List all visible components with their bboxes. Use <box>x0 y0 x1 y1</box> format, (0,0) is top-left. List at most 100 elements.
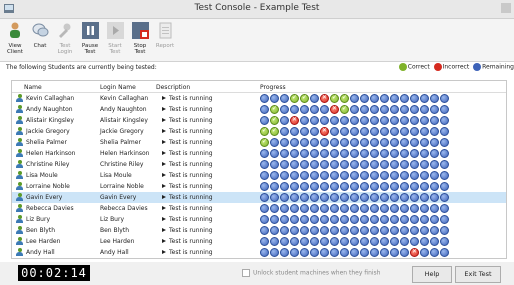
remaining-question-icon <box>400 193 409 202</box>
remaining-question-icon <box>400 116 409 125</box>
start-test-button[interactable]: Start Test <box>103 21 127 59</box>
remaining-question-icon <box>270 204 279 213</box>
remaining-question-icon <box>380 237 389 246</box>
remaining-question-icon <box>360 226 369 235</box>
table-row[interactable]: Rebecca Davies Rebecca Davies Test is runn… <box>12 203 506 214</box>
remaining-question-icon <box>430 237 439 246</box>
remaining-question-icon <box>410 237 419 246</box>
table-row[interactable]: Helen Harkinson Helen Harkinson Test is ru… <box>12 148 506 159</box>
remaining-question-icon <box>320 204 329 213</box>
help-button[interactable]: Help <box>412 266 452 283</box>
remaining-question-icon <box>310 138 319 147</box>
table-row[interactable]: Shelia Palmer Shelia Palmer Test is runnin… <box>12 137 506 148</box>
pause-test-button[interactable]: Pause Test <box>78 21 102 59</box>
table-row[interactable]: Andy Naughton Andy Naughton Test is runnin… <box>12 104 506 115</box>
remaining-question-icon <box>360 127 369 136</box>
remaining-question-icon <box>350 127 359 136</box>
table-row[interactable]: Andy Hall Andy Hall Test is running <box>12 247 506 258</box>
remaining-question-icon <box>320 193 329 202</box>
remaining-question-icon <box>310 182 319 191</box>
unlock-label: Unlock student machines when they finish <box>253 269 381 277</box>
remaining-question-icon <box>410 182 419 191</box>
student-login: Lisa Moule <box>100 172 132 179</box>
table-row[interactable]: Liz Bury Liz Bury Test is running <box>12 214 506 225</box>
student-name: Lorraine Noble <box>26 183 70 190</box>
student-icon <box>16 215 23 224</box>
column-header-description[interactable]: Description <box>156 84 190 91</box>
column-header-login[interactable]: Login Name <box>100 84 136 91</box>
remaining-question-icon <box>310 127 319 136</box>
student-icon <box>16 193 23 202</box>
remaining-question-icon <box>280 160 289 169</box>
remaining-question-icon <box>340 116 349 125</box>
remaining-question-icon <box>340 193 349 202</box>
remaining-question-icon <box>360 94 369 103</box>
remaining-question-icon <box>330 215 339 224</box>
exit-test-button[interactable]: Exit Test <box>455 266 501 283</box>
remaining-question-icon <box>300 182 309 191</box>
remaining-question-icon <box>310 160 319 169</box>
table-row[interactable]: Alistair Kingsley Alistair Kingsley Test i… <box>12 115 506 126</box>
remaining-question-icon <box>310 105 319 114</box>
remaining-question-icon <box>330 171 339 180</box>
title-bar: Test Console - Example Test <box>0 0 514 19</box>
stop-test-button[interactable]: Stop Test <box>128 21 152 59</box>
window-close-button[interactable] <box>501 3 511 13</box>
remaining-question-icon <box>300 248 309 257</box>
table-row[interactable]: Lisa Moule Lisa Moule Test is running <box>12 170 506 181</box>
remaining-question-icon <box>380 248 389 257</box>
report-button[interactable]: Report <box>153 21 177 59</box>
remaining-question-icon <box>400 171 409 180</box>
table-row[interactable]: Lee Harden Lee Harden Test is running <box>12 236 506 247</box>
remaining-question-icon <box>420 248 429 257</box>
unlock-checkbox[interactable] <box>242 269 250 277</box>
remaining-question-icon <box>390 138 399 147</box>
test-login-button[interactable]: Test Login <box>53 21 77 59</box>
correct-question-icon <box>260 138 269 147</box>
pause-icon <box>81 22 99 39</box>
remaining-question-icon <box>280 127 289 136</box>
remaining-question-icon <box>380 204 389 213</box>
student-name: Rebecca Davies <box>26 205 74 212</box>
remaining-question-icon <box>430 160 439 169</box>
remaining-question-icon <box>260 94 269 103</box>
column-header-name[interactable]: Name <box>24 84 42 91</box>
remaining-question-icon <box>420 94 429 103</box>
student-name: Andy Hall <box>26 249 55 256</box>
view-client-button[interactable]: View Client <box>3 21 27 59</box>
remaining-question-icon <box>410 226 419 235</box>
legend-remaining-label: Remaining <box>482 63 514 71</box>
toolbar: View Client Chat Test Login Pause Test S… <box>0 19 514 62</box>
student-name: Jackie Gregory <box>26 128 70 135</box>
remaining-question-icon <box>290 105 299 114</box>
students-table: Name Login Name Description Progress Kev… <box>11 80 507 259</box>
remaining-question-icon <box>430 116 439 125</box>
remaining-question-icon <box>330 160 339 169</box>
running-icon <box>162 96 166 100</box>
unlock-option[interactable]: Unlock student machines when they finish <box>242 269 380 277</box>
remaining-question-icon <box>270 226 279 235</box>
remaining-question-icon <box>310 94 319 103</box>
remaining-question-icon <box>340 138 349 147</box>
remaining-question-icon <box>410 215 419 224</box>
table-row[interactable]: Christine Riley Christine Riley Test is ru… <box>12 159 506 170</box>
table-row[interactable]: Kevin Callaghan Kevin Callaghan Test is ru… <box>12 93 506 104</box>
remaining-question-icon <box>310 193 319 202</box>
column-header-progress[interactable]: Progress <box>260 84 286 91</box>
running-icon <box>162 140 166 144</box>
remaining-question-icon <box>270 248 279 257</box>
remaining-question-icon <box>390 171 399 180</box>
running-icon <box>162 184 166 188</box>
students-notice: The following Students are currently bei… <box>6 64 157 71</box>
table-row[interactable]: Ben Blyth Ben Blyth Test is running <box>12 225 506 236</box>
remaining-question-icon <box>390 105 399 114</box>
remaining-question-icon <box>280 193 289 202</box>
chat-button[interactable]: Chat <box>28 21 52 59</box>
remaining-question-icon <box>340 237 349 246</box>
table-row[interactable]: Lorraine Noble Lorraine Noble Test is runn… <box>12 181 506 192</box>
remaining-question-icon <box>290 193 299 202</box>
remaining-question-icon <box>420 171 429 180</box>
elapsed-timer: 00:02:14 <box>18 265 90 281</box>
table-row[interactable]: Gavin Every Gavin Every Test is running <box>12 192 506 203</box>
table-row[interactable]: Jackie Gregory Jackie Gregory Test is runn… <box>12 126 506 137</box>
